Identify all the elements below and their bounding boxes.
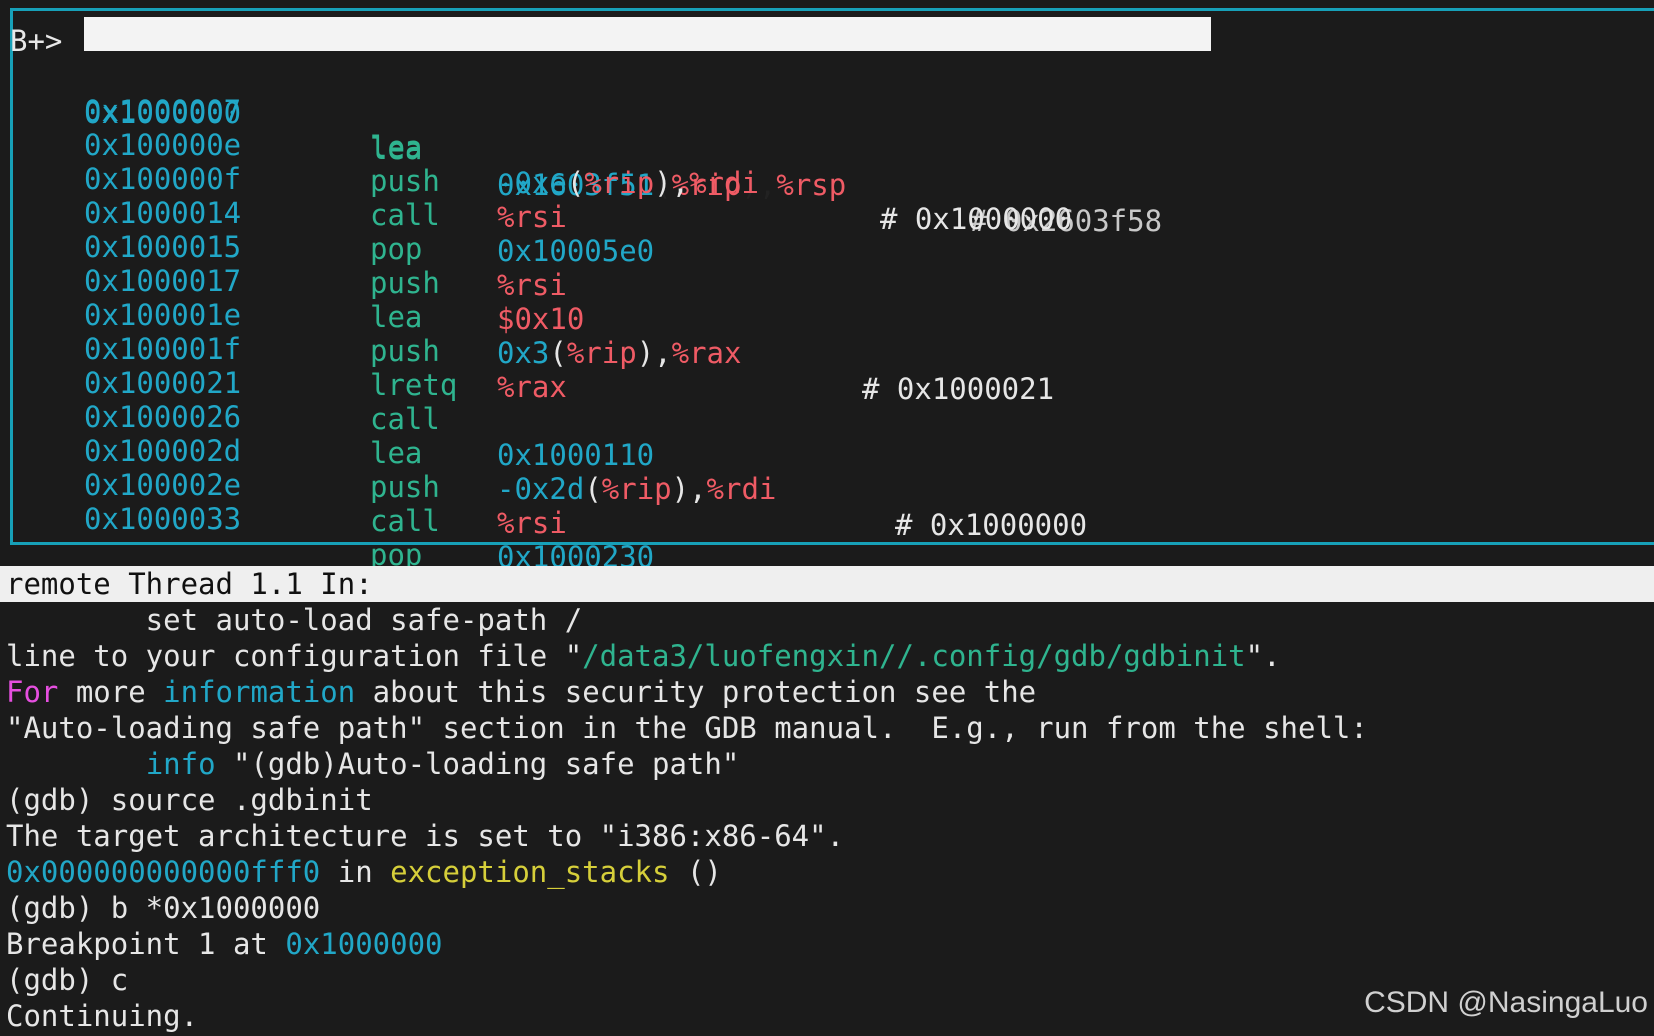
asm-address: 0x1000017 [84, 264, 242, 298]
asm-address: 0x1000021 [84, 366, 242, 400]
current-line-highlight [84, 17, 1211, 51]
gdb-console[interactable]: set auto-load safe-path / line to your c… [6, 602, 1646, 1034]
asm-address: 0x1000014 [84, 196, 242, 230]
asm-address: 0x100001f [84, 332, 242, 366]
asm-address: 0x1000033 [84, 502, 242, 536]
asm-address: 0x1000015 [84, 230, 242, 264]
console-line: (gdb) source .gdbinit [6, 783, 373, 817]
asm-operands: -0x2d(%rip),%rdi [497, 472, 777, 506]
tui-status-bar: remote Thread 1.1 In: [0, 566, 1654, 602]
console-line: line to your configuration file "/data3/… [6, 639, 1281, 673]
console-line: set auto-load safe-path / [6, 603, 583, 637]
asm-operands: 0x10005e0 [497, 234, 655, 268]
console-line: For more information about this security… [6, 675, 1037, 709]
asm-row[interactable]: 0x1000014 pop %rsi [0, 159, 567, 302]
asm-row[interactable]: 0x1000021 call 0x1000110 [0, 329, 654, 472]
asm-mnemonic: call [370, 504, 440, 538]
asm-mnemonic: lea [370, 300, 423, 334]
asm-mnemonic: push [370, 266, 440, 300]
asm-row[interactable]: B+> 0x1000000 lea 0x1603f51(%rip),%rsp #… [0, 23, 1162, 238]
asm-comment: # 0x1000000 [895, 508, 1088, 542]
asm-mnemonic: push [370, 334, 440, 368]
asm-row[interactable]: 0x100001f lretq [0, 295, 457, 402]
asm-comment: # 0x1000021 [862, 372, 1055, 406]
asm-operands: %rsi [497, 268, 567, 302]
asm-address: 0x100002e [84, 468, 242, 502]
asm-address: 0x100000e [84, 128, 242, 162]
asm-operands: 0x3(%rip),%rax [497, 336, 742, 370]
console-line: The target architecture is set to "i386:… [6, 819, 845, 853]
asm-row[interactable]: 0x1000015 push $0x10 [0, 193, 584, 336]
asm-row[interactable]: 0x1000026 lea -0x2d(%rip),%rdi # 0x10000… [0, 363, 1087, 542]
breakpoint-marker: B+> [10, 24, 63, 58]
asm-mnemonic: push [370, 164, 440, 198]
asm-comment: # 0x1000000 [880, 202, 1073, 236]
asm-address: 0x100001e [84, 298, 242, 332]
console-line: (gdb) b *0x1000000 [6, 891, 321, 925]
asm-operands: %rsi [497, 506, 567, 540]
asm-operands: $0x10 [497, 302, 585, 336]
asm-operands: %rsi [497, 200, 567, 234]
asm-row[interactable]: 0x1000017 lea 0x3(%rip),%rax # 0x1000021 [0, 227, 1054, 406]
asm-row[interactable]: 0x100000f call 0x10005e0 [0, 125, 654, 268]
asm-mnemonic: push [370, 470, 440, 504]
console-line: 0x000000000000fff0 in exception_stacks (… [6, 855, 722, 889]
asm-row[interactable]: 0x1000033 pop %rsi [0, 465, 567, 608]
asm-address: 0x1000026 [84, 400, 242, 434]
config-path: /data3/luofengxin//.config/gdb/gdbinit [582, 639, 1246, 673]
asm-operands: -0xe(%rip),%rdi [497, 166, 759, 200]
asm-operands: %rax [497, 370, 567, 404]
asm-operands: 0x1000110 [497, 438, 655, 472]
asm-row[interactable]: 0x100001e push %rax [0, 261, 567, 404]
asm-row[interactable]: 0x100002d push %rsi [0, 397, 567, 540]
asm-row[interactable]: 0x1000007 lea -0xe(%rip),%rdi # 0x100000… [0, 57, 1072, 236]
console-line: "Auto-loading safe path" section in the … [6, 711, 1368, 745]
asm-mnemonic: call [370, 198, 440, 232]
watermark: CSDN @NasingaLuo [1364, 986, 1648, 1019]
asm-row[interactable]: 0x100002e call 0x1000230 [0, 431, 654, 574]
asm-address: 0x100002d [84, 434, 242, 468]
asm-address: 0x1000007 [84, 94, 242, 128]
asm-address: 0x100000f [84, 162, 242, 196]
asm-row[interactable]: 0x100000e push %rsi [0, 91, 567, 234]
asm-mnemonic: lea [370, 130, 423, 164]
console-line: Breakpoint 1 at 0x1000000 [6, 927, 443, 961]
asm-mnemonic: call [370, 402, 440, 436]
asm-mnemonic: pop [370, 232, 423, 266]
disassembly-panel[interactable] [10, 8, 1654, 545]
console-line: info "(gdb)Auto-loading safe path" [145, 747, 740, 781]
asm-mnemonic: lea [370, 436, 423, 470]
asm-mnemonic: lretq [370, 368, 458, 402]
